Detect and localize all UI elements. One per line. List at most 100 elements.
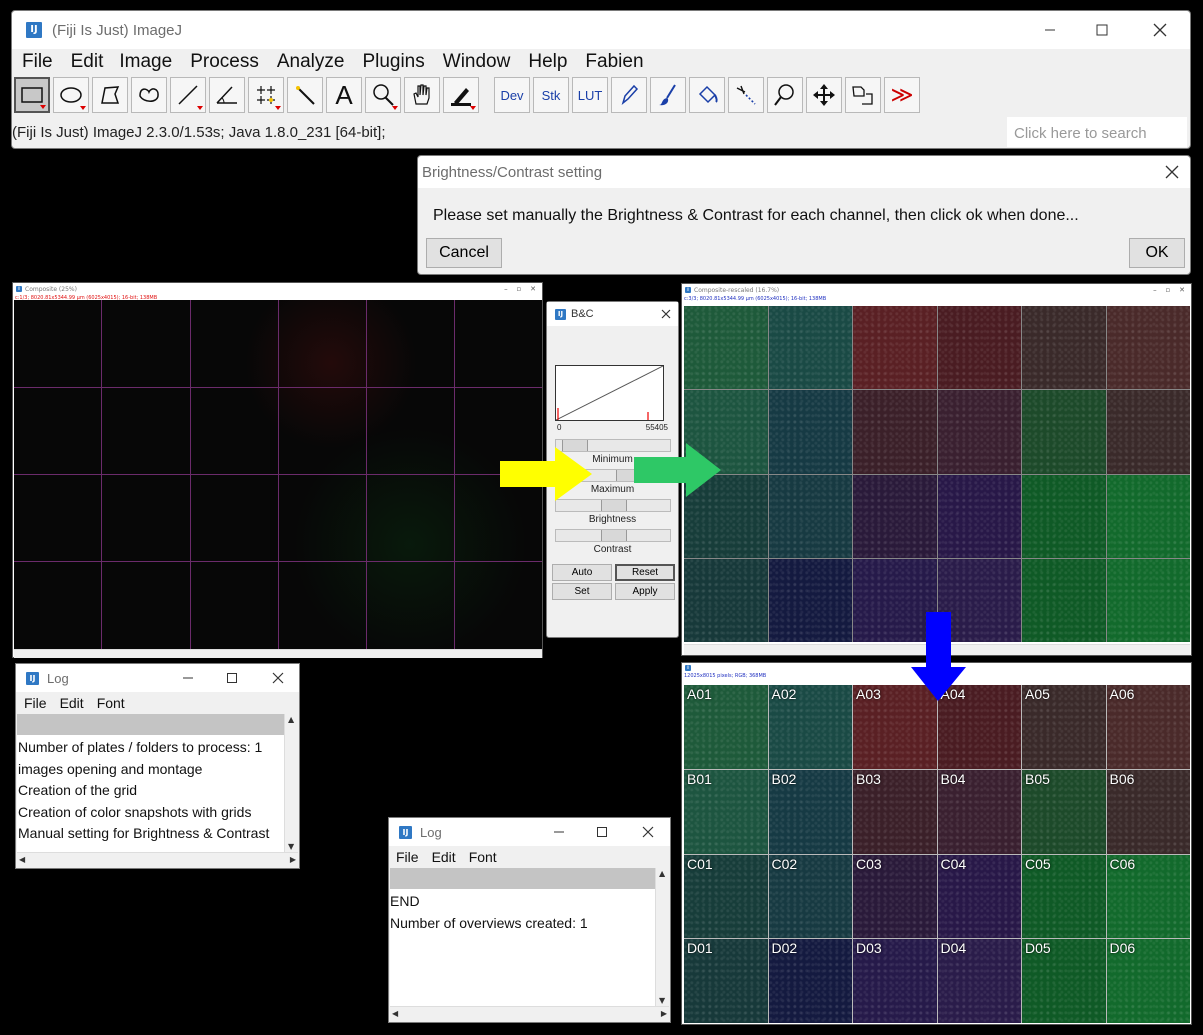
bc-set-button[interactable]: Set bbox=[552, 583, 612, 600]
log1-menu-font[interactable]: Font bbox=[97, 695, 125, 711]
close-icon bbox=[642, 826, 654, 838]
dialog-close-button[interactable] bbox=[1154, 156, 1190, 188]
scroll-up-icon[interactable]: ▲ bbox=[288, 715, 294, 724]
menu-edit[interactable]: Edit bbox=[71, 51, 104, 73]
well-label: C01 bbox=[687, 855, 713, 872]
tool-arrow[interactable] bbox=[728, 77, 764, 113]
maximize-button[interactable] bbox=[1082, 11, 1122, 49]
scroll-right-icon[interactable]: ▶ bbox=[661, 1009, 667, 1018]
log1-minimize-button[interactable] bbox=[174, 664, 202, 692]
composite-titlebar[interactable]: I Composite (25%) – ▫ ✕ bbox=[13, 283, 542, 295]
contrast-slider[interactable] bbox=[555, 529, 671, 542]
composite-image[interactable] bbox=[14, 300, 542, 649]
bc-auto-button[interactable]: Auto bbox=[552, 564, 612, 581]
scroll-down-icon[interactable]: ▼ bbox=[288, 842, 294, 851]
tool-brush[interactable] bbox=[650, 77, 686, 113]
log2-text-area[interactable]: END Number of overviews created: 1 bbox=[390, 868, 655, 1006]
log1-vscroll[interactable]: ▲ ▼ bbox=[284, 714, 299, 852]
log-window-2: IJ Log File Edit Font END Number of over… bbox=[388, 817, 671, 1023]
tool-wand[interactable] bbox=[287, 77, 323, 113]
dialog-titlebar[interactable]: Brightness/Contrast setting bbox=[418, 156, 1190, 188]
rescaled-window[interactable]: I Composite-rescaled (16.7%) – ▫ ✕ c:3/3… bbox=[681, 283, 1192, 656]
log1-hscroll[interactable]: ◀ ▶ bbox=[17, 852, 298, 867]
bc-apply-button[interactable]: Apply bbox=[615, 583, 675, 600]
minimize-button[interactable] bbox=[1030, 11, 1070, 49]
tool-hand[interactable] bbox=[404, 77, 440, 113]
menu-image[interactable]: Image bbox=[119, 51, 172, 73]
rescaled-image[interactable] bbox=[684, 306, 1190, 642]
menu-analyze[interactable]: Analyze bbox=[277, 51, 345, 73]
menu-window[interactable]: Window bbox=[443, 51, 511, 73]
log1-close-button[interactable] bbox=[264, 664, 292, 692]
tool-text[interactable]: A bbox=[326, 77, 362, 113]
tool-multipoint[interactable] bbox=[248, 77, 284, 113]
tool-pencil[interactable] bbox=[611, 77, 647, 113]
tool-angle[interactable] bbox=[209, 77, 245, 113]
menu-file[interactable]: File bbox=[22, 51, 53, 73]
brightness-label: Brightness bbox=[588, 514, 637, 525]
log2-menu-edit[interactable]: Edit bbox=[432, 849, 456, 865]
tool-oval[interactable] bbox=[53, 77, 89, 113]
log1-text-area[interactable]: Number of plates / folders to process: 1… bbox=[17, 714, 284, 852]
tool-color-picker[interactable] bbox=[443, 77, 479, 113]
tool-dev[interactable]: Dev bbox=[494, 77, 530, 113]
log1-titlebar[interactable]: IJ Log bbox=[16, 664, 299, 692]
scroll-left-icon[interactable]: ◀ bbox=[19, 855, 25, 864]
well-tile bbox=[937, 474, 1021, 558]
log2-titlebar[interactable]: IJ Log bbox=[389, 818, 670, 846]
log1-menu-file[interactable]: File bbox=[24, 695, 47, 711]
composite-window[interactable]: I Composite (25%) – ▫ ✕ c:1/3; 8020.81x5… bbox=[12, 282, 543, 658]
log2-hscroll[interactable]: ◀ ▶ bbox=[390, 1006, 669, 1021]
well-tile: C06 bbox=[1106, 854, 1190, 939]
tool-freehand[interactable] bbox=[131, 77, 167, 113]
log2-maximize-button[interactable] bbox=[588, 818, 616, 846]
bc-close-button[interactable] bbox=[655, 302, 677, 326]
tool-zoom[interactable] bbox=[767, 77, 803, 113]
pencil-tool-icon bbox=[621, 84, 639, 106]
montage-window[interactable]: I 12025x8015 pixels; RGB; 368MB A01 A02 A0… bbox=[681, 662, 1192, 1025]
log2-menu-file[interactable]: File bbox=[396, 849, 419, 865]
composite-hscroll[interactable] bbox=[14, 649, 542, 658]
dialog-cancel-button[interactable]: Cancel bbox=[426, 238, 502, 268]
menu-fabien[interactable]: Fabien bbox=[585, 51, 643, 73]
well-tile bbox=[1022, 306, 1106, 390]
tool-macro[interactable] bbox=[845, 77, 881, 113]
log1-menu-edit[interactable]: Edit bbox=[60, 695, 84, 711]
close-button[interactable] bbox=[1140, 11, 1180, 49]
dialog-ok-button[interactable]: OK bbox=[1129, 238, 1185, 268]
scroll-left-icon[interactable]: ◀ bbox=[392, 1009, 398, 1018]
scroll-up-icon[interactable]: ▲ bbox=[659, 869, 665, 878]
tool-more[interactable]: ≫ bbox=[884, 77, 920, 113]
menu-process[interactable]: Process bbox=[190, 51, 259, 73]
tool-polygon[interactable] bbox=[92, 77, 128, 113]
scroll-down-icon[interactable]: ▼ bbox=[659, 996, 665, 1005]
tool-stk[interactable]: Stk bbox=[533, 77, 569, 113]
tool-line[interactable] bbox=[170, 77, 206, 113]
menu-help[interactable]: Help bbox=[528, 51, 567, 73]
well-tile bbox=[768, 558, 852, 642]
magnifier-tool-icon bbox=[373, 84, 394, 106]
status-text: (Fiji Is Just) ImageJ 2.3.0/1.53s; Java … bbox=[12, 124, 386, 141]
well-tile bbox=[768, 390, 852, 474]
log2-minimize-button[interactable] bbox=[545, 818, 573, 846]
hist-max-label: 55405 bbox=[645, 423, 668, 432]
bc-reset-button[interactable]: Reset bbox=[615, 564, 675, 581]
tool-move[interactable] bbox=[806, 77, 842, 113]
scroll-right-icon[interactable]: ▶ bbox=[290, 855, 296, 864]
log1-maximize-button[interactable] bbox=[218, 664, 246, 692]
tool-lut[interactable]: LUT bbox=[572, 77, 608, 113]
search-input[interactable]: Click here to search bbox=[1007, 117, 1187, 147]
tool-magnifier[interactable] bbox=[365, 77, 401, 113]
rescaled-title: Composite-rescaled (16.7%) bbox=[694, 286, 780, 294]
main-titlebar[interactable]: IJ (Fiji Is Just) ImageJ bbox=[12, 11, 1190, 49]
menu-plugins[interactable]: Plugins bbox=[362, 51, 424, 73]
log2-menu-font[interactable]: Font bbox=[469, 849, 497, 865]
log2-title: Log bbox=[420, 824, 442, 840]
well-tile: A06 bbox=[1106, 685, 1190, 769]
rescaled-titlebar[interactable]: I Composite-rescaled (16.7%) – ▫ ✕ bbox=[682, 284, 1191, 296]
montage-image[interactable]: A01 A02 A03 A04 A05 A06 B01 B02 B03 B04 B05 B06 C01 C… bbox=[684, 685, 1190, 1023]
log2-close-button[interactable] bbox=[634, 818, 662, 846]
tool-rectangle[interactable] bbox=[14, 77, 50, 113]
tool-flood-fill[interactable] bbox=[689, 77, 725, 113]
log2-vscroll[interactable]: ▲ ▼ bbox=[655, 868, 670, 1006]
